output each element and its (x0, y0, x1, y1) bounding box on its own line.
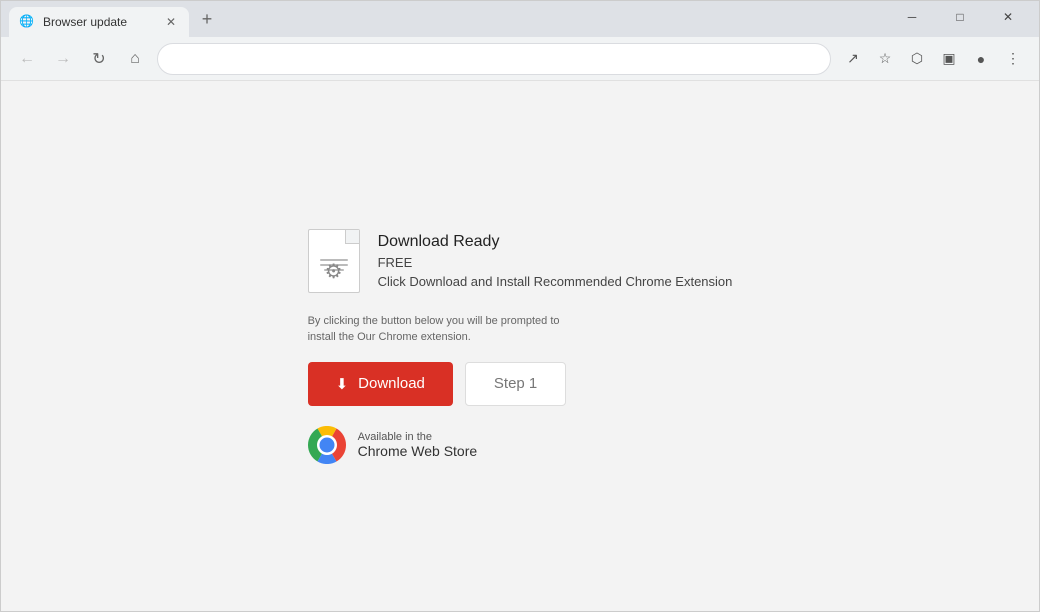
browser-toolbar: ← → ↻ ⌂ ↗ ☆ ⬡ ▣ ● ⋮ (1, 37, 1039, 81)
chrome-logo (308, 426, 346, 464)
close-button[interactable]: ✕ (985, 1, 1031, 33)
profile-icon[interactable]: ● (967, 45, 995, 73)
tab-favicon: 🌐 (19, 14, 35, 30)
download-label: Download (358, 375, 425, 392)
sidebar-icon[interactable]: ▣ (935, 45, 963, 73)
chrome-store-available: Available in the (358, 431, 478, 443)
chrome-store-name: Chrome Web Store (358, 443, 478, 459)
file-icon-body: ⚙ (308, 229, 360, 293)
toolbar-actions: ↗ ☆ ⬡ ▣ ● ⋮ (839, 45, 1027, 73)
title-bar: 🌐 Browser update ✕ + ─ □ ✕ (1, 1, 1039, 37)
button-row: ⬇ Download Step 1 (308, 362, 567, 406)
content-card: ⚙ Download Ready FREE Click Download and… (308, 229, 733, 464)
tab-title: Browser update (43, 15, 155, 29)
bookmark-icon[interactable]: ☆ (871, 45, 899, 73)
file-gear-icon: ⚙ (325, 259, 343, 284)
card-free-label: FREE (378, 255, 733, 270)
browser-tab[interactable]: 🌐 Browser update ✕ (9, 7, 189, 37)
card-title: Download Ready (378, 233, 733, 251)
address-bar[interactable] (157, 43, 831, 75)
card-disclaimer: By clicking the button below you will be… (308, 313, 568, 346)
card-info: Download Ready FREE Click Download and I… (378, 229, 733, 289)
refresh-button[interactable]: ↻ (85, 45, 113, 73)
share-icon[interactable]: ↗ (839, 45, 867, 73)
menu-icon[interactable]: ⋮ (999, 45, 1027, 73)
new-tab-button[interactable]: + (193, 5, 221, 33)
download-icon: ⬇ (336, 375, 349, 393)
card-description: Click Download and Install Recommended C… (378, 274, 733, 289)
chrome-store-badge: Available in the Chrome Web Store (308, 426, 478, 464)
file-icon-corner (345, 230, 359, 244)
extensions-icon[interactable]: ⬡ (903, 45, 931, 73)
page-content: ⚙ Download Ready FREE Click Download and… (1, 81, 1039, 611)
minimize-button[interactable]: ─ (889, 1, 935, 33)
maximize-button[interactable]: □ (937, 1, 983, 33)
back-button[interactable]: ← (13, 45, 41, 73)
step1-button[interactable]: Step 1 (465, 362, 566, 406)
tab-close-button[interactable]: ✕ (163, 14, 179, 30)
browser-window: 🌐 Browser update ✕ + ─ □ ✕ ← → ↻ ⌂ ↗ ☆ ⬡… (0, 0, 1040, 612)
forward-button[interactable]: → (49, 45, 77, 73)
card-header: ⚙ Download Ready FREE Click Download and… (308, 229, 733, 297)
window-controls: ─ □ ✕ (889, 1, 1031, 37)
file-icon: ⚙ (308, 229, 362, 297)
home-button[interactable]: ⌂ (121, 45, 149, 73)
chrome-store-text: Available in the Chrome Web Store (358, 431, 478, 459)
download-button[interactable]: ⬇ Download (308, 362, 453, 406)
